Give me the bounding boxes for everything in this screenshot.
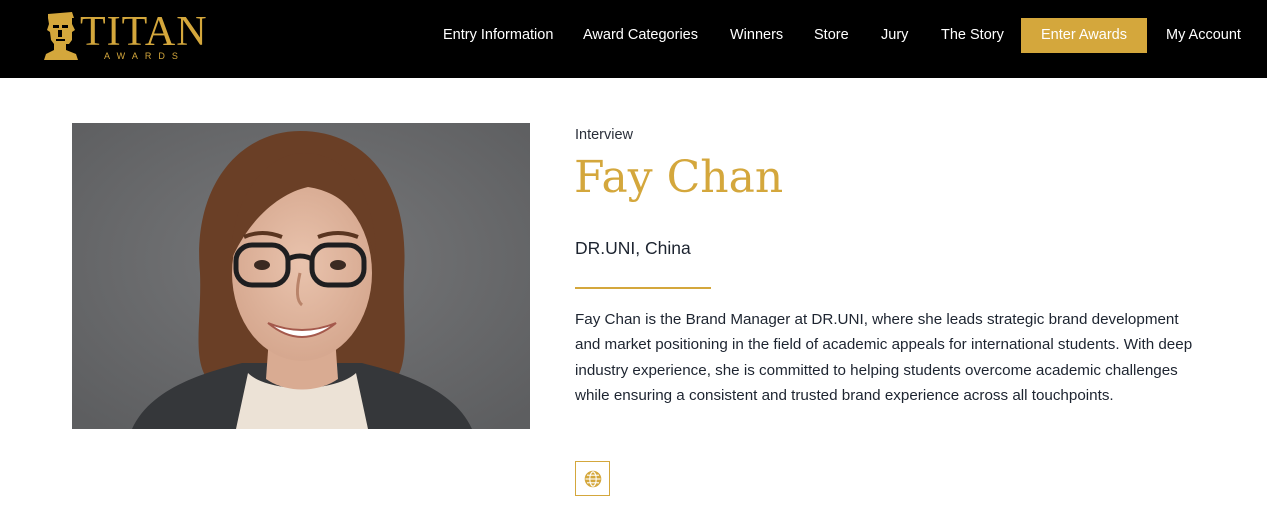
enter-awards-button[interactable]: Enter Awards <box>1021 18 1147 53</box>
profile-photo <box>72 123 530 429</box>
portrait-illustration <box>72 123 530 429</box>
nav-item-award-categories[interactable]: Award Categories <box>583 27 698 43</box>
bio-paragraph: Fay Chan is the Brand Manager at DR.UNI,… <box>575 311 1193 405</box>
gold-divider <box>575 287 711 289</box>
company-location: DR.UNI, China <box>575 238 691 258</box>
website-button[interactable] <box>575 461 610 496</box>
nav-item-jury[interactable]: Jury <box>881 27 908 43</box>
nav-item-store[interactable]: Store <box>814 27 849 43</box>
main-nav: Entry Information Award Categories Winne… <box>0 0 1267 78</box>
globe-icon <box>584 470 601 487</box>
nav-item-entry-information[interactable]: Entry Information <box>443 27 553 43</box>
site-header: TITAN AWARDS Entry Information Award Cat… <box>0 0 1267 78</box>
my-account-link[interactable]: My Account <box>1166 27 1241 43</box>
nav-item-winners[interactable]: Winners <box>730 27 783 43</box>
nav-item-the-story[interactable]: The Story <box>941 27 1004 43</box>
person-name: Fay Chan <box>574 152 784 203</box>
section-eyebrow: Interview <box>575 127 634 143</box>
